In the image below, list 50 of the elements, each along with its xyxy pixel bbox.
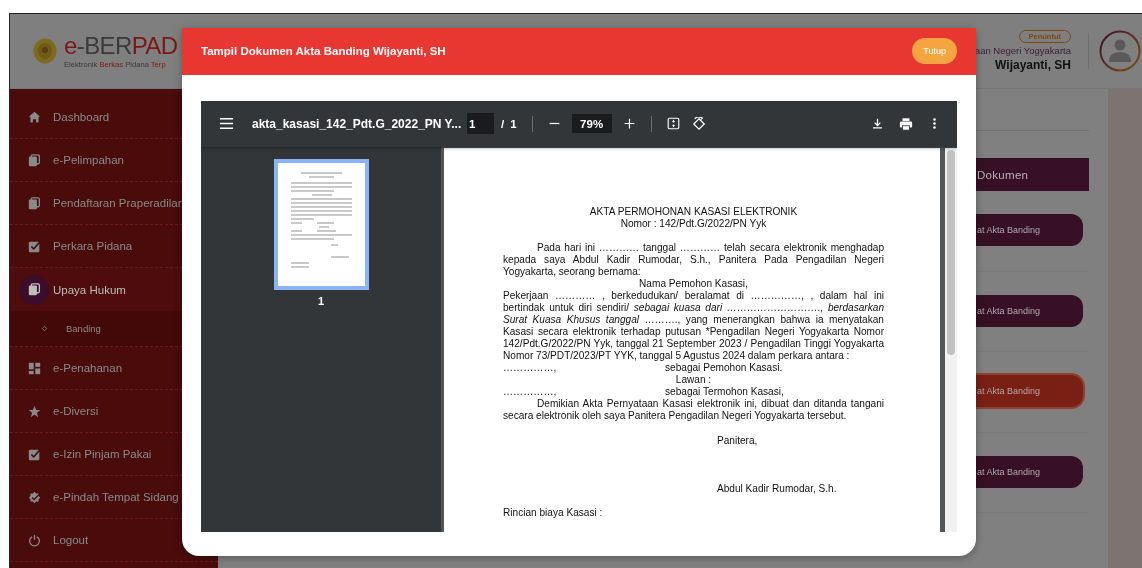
- document-paragraph: Pekerjaan ………… , berkedudukan/ beralamat di ……………, , dalam hal ini bertindak untuk diri sendiri/ sebagai kuasa dari ………………………., berdasarkan Surat Kuasa Khusus tanggal ………., yang menerangkan bahwa ia menyatakan Kasasi secara elektronik terhadap putusan *Pengadilan Negeri Yogyakarta Nomor 142/Pdt.G/2022/PN Yyk, tanggal 21 September 2023 / Pengadilan Tinggi Yogyakarta Nomor 73/PDT/2023/PT YYK, tanggal 5 Agustus 2024 dalam perkara antara :: [503, 289, 884, 362]
- plus-icon: [622, 117, 636, 130]
- print-button[interactable]: [899, 116, 913, 131]
- pages-icon: [27, 283, 41, 296]
- diamond-icon: [40, 324, 49, 333]
- checkbox-icon: [27, 239, 41, 253]
- scrollbar-thumb[interactable]: [947, 149, 955, 355]
- app-logo-title: e-BERPAD: [64, 33, 178, 59]
- document-text: Nama Pemohon Kasasi,: [638, 277, 749, 290]
- pages-icon: [27, 196, 41, 210]
- power-icon: [27, 533, 41, 547]
- fit-page-icon: [666, 117, 680, 130]
- document-text: sebagai Termohon Kasasi,: [665, 385, 785, 398]
- user-name: Wijayanti, SH: [995, 58, 1071, 72]
- logo-emblem: [33, 38, 57, 64]
- zoom-level: 79%: [571, 114, 612, 133]
- star-icon: [27, 404, 41, 418]
- document-paragraph: Demikian Akta Pernyataan Kasasi elektronik ini, dibuat dan ditanda tangani secara elektronik oleh saya Panitera Pengadilan Negeri Yogyakarta tersebut.: [503, 397, 884, 422]
- total-pages: 1: [510, 117, 517, 130]
- page-thumbnail[interactable]: [273, 158, 369, 290]
- download-button[interactable]: [871, 117, 884, 130]
- document-text: Lawan :: [674, 373, 713, 386]
- zoom-in-button[interactable]: [622, 117, 636, 130]
- document-paragraph: Pada hari ini ………… tanggal ………… telah secara elektronik menghadap kepada saya Abdul Kadir Rumodar, S.h., Panitera Pada Pengadilan Negeri Yogyakarta, seorang bernama:: [503, 241, 884, 278]
- menu-button[interactable]: [219, 116, 234, 131]
- thumbnail-page-number: 1: [317, 294, 325, 307]
- page-separator: /: [501, 117, 505, 130]
- fit-page-button[interactable]: [666, 117, 680, 130]
- file-name: akta_kasasi_142_Pdt.G_2022_PN Y...: [252, 116, 463, 131]
- rotate-button[interactable]: [691, 116, 706, 131]
- checkbox-icon: [27, 447, 41, 461]
- document-text: ……………,: [503, 385, 558, 398]
- rotate-icon: [691, 116, 706, 131]
- document-text: sebagai Pemohon Kasasi.: [665, 361, 784, 374]
- printer-icon: [899, 116, 913, 131]
- modal-title: Tampil Dokumen Akta Banding Wijayanti, SH: [201, 45, 446, 57]
- badge-check-icon: [27, 490, 41, 504]
- grid-icon: [27, 361, 41, 375]
- document-text: ……………,: [503, 361, 558, 374]
- pages-icon: [27, 153, 41, 167]
- page-number-field[interactable]: 1: [467, 113, 494, 134]
- document-title: AKTA PERMOHONAN KASASI ELEKTRONIK: [588, 205, 799, 218]
- home-icon: [27, 110, 41, 124]
- signature-text: Abdul Kadir Rumodar, S.h.: [717, 482, 837, 494]
- download-icon: [871, 117, 884, 130]
- document-text: Rincian biaya Kasasi :: [503, 506, 603, 518]
- menu-icon: [219, 116, 234, 131]
- avatar-icon[interactable]: [1099, 30, 1141, 72]
- signature-text: Panitera,: [717, 434, 758, 446]
- document-number: Nomor : 142/Pdt.G/2022/PN Yyk: [619, 217, 768, 230]
